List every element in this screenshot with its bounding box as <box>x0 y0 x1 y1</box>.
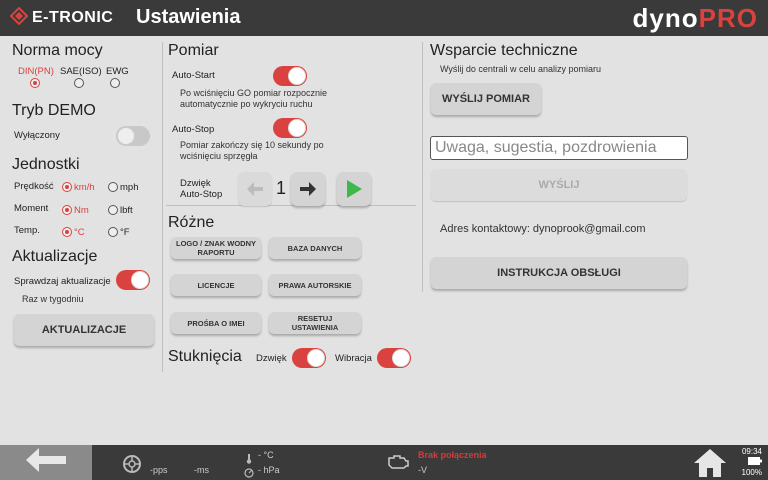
norma-option-sae-label: SAE(ISO) <box>60 66 102 77</box>
tap-vibration-toggle[interactable] <box>377 348 411 368</box>
column-divider-2 <box>422 42 423 292</box>
arrow-left-icon <box>246 181 264 197</box>
imei-request-button[interactable]: PROŚBA O IMEI <box>171 312 261 334</box>
back-button[interactable] <box>0 445 92 480</box>
aktualizacje-title: Aktualizacje <box>12 248 98 265</box>
auto-start-toggle[interactable] <box>273 66 307 86</box>
norma-option-din-radio[interactable] <box>30 78 40 88</box>
support-title: Wsparcie techniczne <box>430 42 578 59</box>
database-button[interactable]: BAZA DANYCH <box>269 237 361 259</box>
clock-battery: 09:34 100% <box>742 447 762 478</box>
demo-title: Tryb DEMO <box>12 102 96 119</box>
auto-start-label: Auto-Start <box>172 70 215 81</box>
engine-icon <box>386 453 410 476</box>
jednostki-title: Jednostki <box>12 156 80 173</box>
norma-option-ewg-radio[interactable] <box>110 78 120 88</box>
auto-start-description: Po wciśnięciu GO pomiar rozpocznie autom… <box>180 88 328 109</box>
app-header: E-TRONIC Ustawienia dynoPRO <box>0 0 768 36</box>
tap-sound-toggle[interactable] <box>292 348 326 368</box>
unit-torque-lbft-radio[interactable] <box>108 205 118 215</box>
demo-toggle[interactable] <box>116 126 150 146</box>
sound-auto-stop-label: Dzwięk Auto-Stop <box>180 178 222 200</box>
logo-text: E-TRONIC <box>32 9 114 26</box>
pps-readout: -pps <box>150 465 168 475</box>
pressure-readout: - hPa <box>258 465 280 475</box>
sound-label-line2: Auto-Stop <box>180 189 223 200</box>
norma-option-sae-radio[interactable] <box>74 78 84 88</box>
send-feedback-button[interactable]: WYŚLIJ <box>431 169 687 201</box>
unit-temp-c-label: °C <box>74 227 85 238</box>
sound-next-button[interactable] <box>291 172 325 206</box>
sound-value: 1 <box>276 178 287 198</box>
reset-settings-button[interactable]: RESETUJ USTAWIENIA <box>269 312 361 334</box>
send-measurement-button[interactable]: WYŚLIJ POMIAR <box>431 83 541 115</box>
arrow-right-icon <box>299 181 317 197</box>
unit-temp-c-radio[interactable] <box>62 227 72 237</box>
tap-sound-label: Dzwięk <box>256 353 287 364</box>
brand-logo: dynoPRO <box>633 3 758 34</box>
unit-speed-kmh-radio[interactable] <box>62 182 72 192</box>
status-bar: -pps -ms - °C - hPa Brak połączenia -V 0… <box>0 445 768 480</box>
home-icon[interactable] <box>692 447 728 480</box>
unit-torque-label: Moment <box>14 203 49 214</box>
play-icon <box>345 179 363 199</box>
unit-temp-f-radio[interactable] <box>108 227 118 237</box>
section-divider <box>166 205 416 206</box>
updates-button[interactable]: AKTUALIZACJE <box>14 314 154 346</box>
unit-speed-kmh-label: km/h <box>74 182 95 193</box>
brand-part-b: PRO <box>698 3 758 33</box>
logo-watermark-button[interactable]: LOGO / ZNAK WODNY RAPORTU <box>171 237 261 259</box>
norma-option-ewg-label: EWG <box>106 66 129 77</box>
check-updates-toggle[interactable] <box>116 270 150 290</box>
unit-temp-f-label: °F <box>120 227 130 238</box>
sound-label-line1: Dzwięk <box>180 178 211 189</box>
norma-title: Norma mocy <box>12 42 103 59</box>
check-updates-label: Sprawdzaj aktualizacje <box>14 276 111 287</box>
pressure-icon <box>244 465 254 480</box>
clock: 09:34 <box>741 447 762 456</box>
rozne-title: Różne <box>168 214 215 231</box>
unit-temp-label: Temp. <box>14 225 40 236</box>
norma-option-din-label: DIN(PN) <box>18 66 54 77</box>
column-divider-1 <box>162 42 163 372</box>
stukniecia-title: Stuknięcia <box>168 348 242 365</box>
battery-level: 100% <box>741 468 762 477</box>
ms-readout: -ms <box>194 465 209 475</box>
auto-stop-toggle[interactable] <box>273 118 307 138</box>
support-description: Wyślij do centrali w celu analizy pomiar… <box>440 64 601 74</box>
licenses-button[interactable]: LICENCJE <box>171 274 261 296</box>
unit-torque-lbft-label: lbft <box>120 205 133 216</box>
unit-torque-nm-label: Nm <box>74 205 89 216</box>
unit-torque-nm-radio[interactable] <box>62 205 72 215</box>
copyright-button[interactable]: PRAWA AUTORSKIE <box>269 274 361 296</box>
auto-stop-label: Auto-Stop <box>172 124 215 135</box>
etronic-logo-icon <box>9 6 29 30</box>
feedback-input[interactable]: Uwaga, sugestia, pozdrowienia <box>430 136 688 160</box>
temperature-readout: - °C <box>258 450 274 460</box>
page-title: Ustawienia <box>136 6 241 28</box>
tap-vibration-label: Wibracja <box>335 353 372 364</box>
auto-stop-description: Pomiar zakończy się 10 sekundy po wciśni… <box>180 140 324 161</box>
unit-speed-mph-label: mph <box>120 182 139 193</box>
contact-address: Adres kontaktowy: dynoprook@gmail.com <box>440 223 646 235</box>
battery-icon <box>748 457 762 467</box>
demo-state-label: Wyłączony <box>14 130 60 141</box>
pomiar-title: Pomiar <box>168 42 219 59</box>
arrow-back-icon <box>25 447 67 478</box>
sound-prev-button[interactable] <box>238 172 272 206</box>
wheel-icon <box>122 454 142 479</box>
sound-play-button[interactable] <box>337 172 371 206</box>
user-manual-button[interactable]: INSTRUKCJA OBSŁUGI <box>431 257 687 289</box>
logo: E-TRONIC <box>9 6 114 30</box>
unit-speed-mph-radio[interactable] <box>108 182 118 192</box>
brand-part-a: dyno <box>632 3 699 33</box>
update-frequency: Raz w tygodniu <box>22 294 84 304</box>
unit-speed-label: Prędkość <box>14 181 54 192</box>
voltage-readout: -V <box>418 465 427 475</box>
connection-warning: Brak połączenia <box>418 450 487 460</box>
